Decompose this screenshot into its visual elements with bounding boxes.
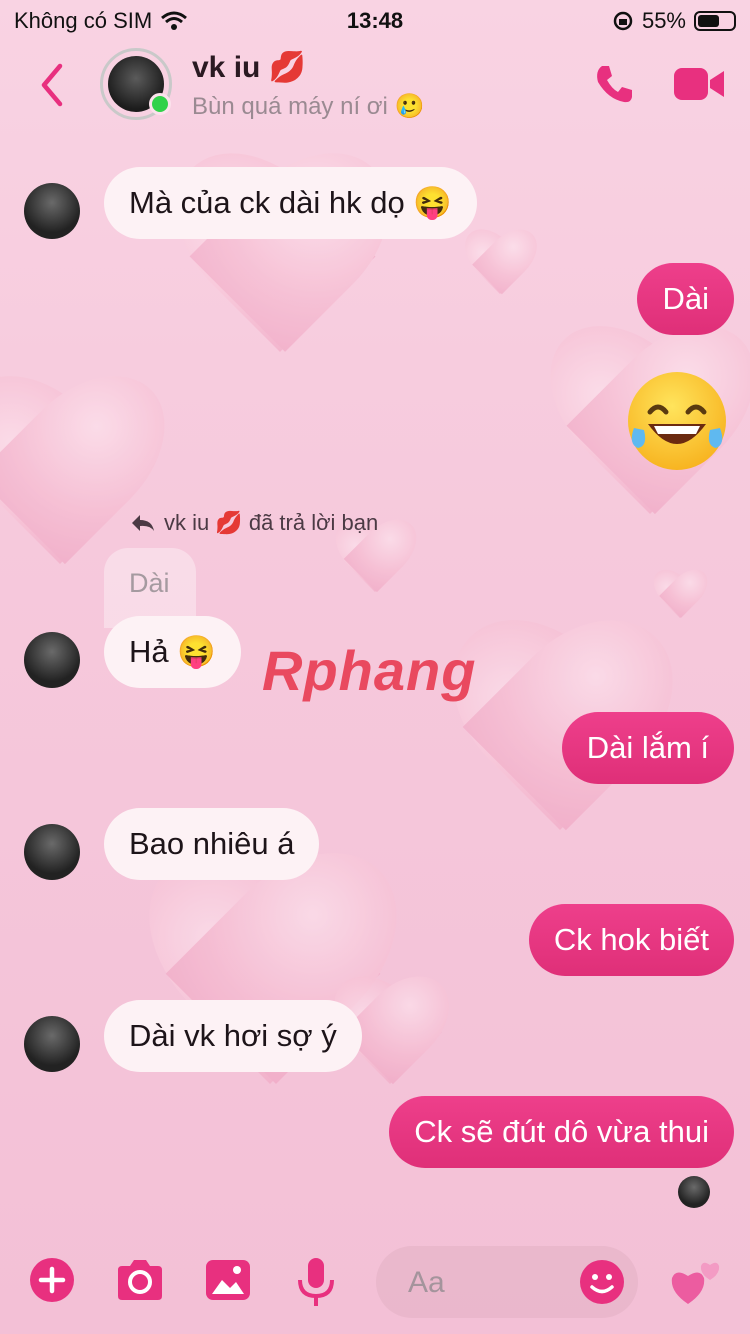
watermark-text: Rphang <box>262 639 477 702</box>
plus-icon[interactable] <box>28 1256 76 1304</box>
background-heart <box>460 230 540 310</box>
composer-bar <box>0 1240 750 1334</box>
gallery-icon[interactable] <box>204 1256 252 1304</box>
background-heart <box>650 570 710 630</box>
reply-indicator: vk iu 💋 đã trả lời bạn <box>130 510 378 536</box>
message-bubble-incoming[interactable]: Dài vk hơi sợ ý <box>104 1000 362 1072</box>
message-bubble-incoming[interactable]: Hả 😝 <box>104 616 241 688</box>
laughing-emoji-message[interactable] <box>628 372 726 470</box>
message-input-container[interactable] <box>376 1246 638 1318</box>
sender-avatar[interactable] <box>24 824 80 880</box>
message-input[interactable] <box>406 1260 570 1306</box>
message-bubble-outgoing[interactable]: Dài lắm í <box>561 712 734 784</box>
tears-of-joy-icon <box>631 404 723 448</box>
message-bubble-outgoing[interactable]: Ck hok biết <box>528 904 734 976</box>
seen-avatar <box>678 1176 710 1208</box>
phone-icon[interactable] <box>590 60 638 108</box>
watermark: Rphang <box>262 638 476 703</box>
sender-avatar[interactable] <box>24 1016 80 1072</box>
message-bubble-outgoing[interactable]: Dài <box>637 263 734 335</box>
contact-name[interactable]: vk iu 💋 <box>192 50 306 85</box>
emoji-icon[interactable] <box>578 1258 626 1306</box>
camera-icon[interactable] <box>114 1256 166 1304</box>
orientation-lock-icon <box>613 11 633 31</box>
status-bar: Không có SIM 13:48 55% <box>0 0 750 40</box>
chat-header: vk iu 💋 Bùn quá máy ní ơi 🥲 <box>0 40 750 130</box>
sender-avatar[interactable] <box>24 632 80 688</box>
contact-avatar[interactable] <box>100 48 172 120</box>
message-bubble-incoming[interactable]: Bao nhiêu á <box>104 808 320 880</box>
back-chevron-icon[interactable] <box>32 60 72 110</box>
sender-avatar[interactable] <box>24 183 80 239</box>
reply-meta-text: vk iu 💋 đã trả lời bạn <box>164 510 379 535</box>
video-camera-icon[interactable] <box>672 60 728 108</box>
reply-arrow-icon <box>132 515 154 531</box>
message-bubble-incoming[interactable]: Mà của ck dài hk dọ 😝 <box>104 167 477 239</box>
contact-status: Bùn quá máy ní ơi 🥲 <box>192 93 425 120</box>
message-bubble-outgoing[interactable]: Ck sẽ đút dô vừa thui <box>389 1096 734 1168</box>
battery-area: 55% <box>612 8 736 34</box>
microphone-icon[interactable] <box>296 1256 336 1308</box>
battery-icon <box>694 11 736 31</box>
battery-percent: 55% <box>641 8 686 33</box>
hearts-icon[interactable] <box>668 1254 724 1310</box>
online-indicator <box>149 93 171 115</box>
